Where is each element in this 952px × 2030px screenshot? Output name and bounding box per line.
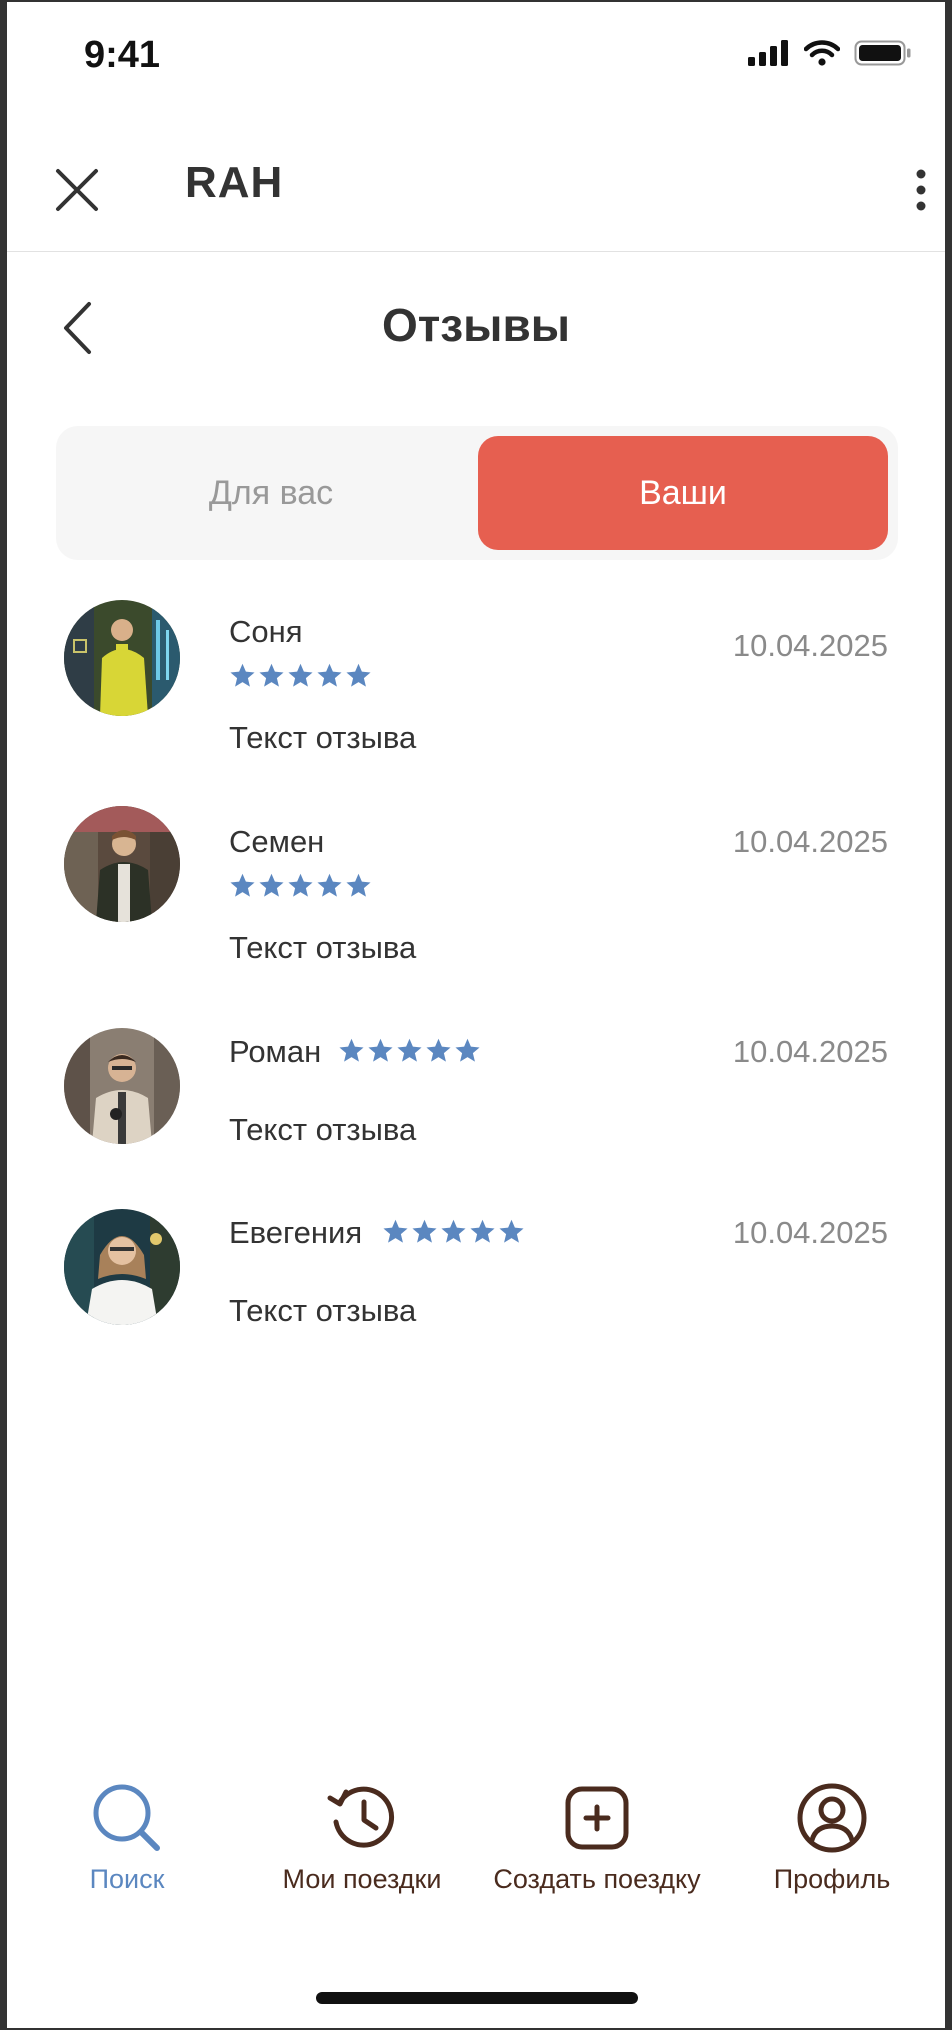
star-icon <box>230 663 255 687</box>
star-icon <box>317 873 342 897</box>
review-date: 10.04.2025 <box>732 1034 888 1069</box>
more-options-button[interactable] <box>901 160 941 220</box>
close-icon <box>56 169 98 211</box>
star-icon <box>288 873 313 897</box>
avatar <box>64 806 180 922</box>
review-date: 10.04.2025 <box>732 1215 888 1250</box>
app-title: RAH <box>185 158 284 207</box>
more-vertical-icon <box>916 169 926 211</box>
avatar-image <box>64 600 180 716</box>
add-square-icon <box>559 1780 635 1856</box>
review-text: Текст отзыва <box>229 930 417 965</box>
star-icon <box>346 873 371 897</box>
tab-profile-label: Профиль <box>773 1864 891 1894</box>
star-icon <box>368 1038 393 1062</box>
star-icon <box>383 1219 408 1243</box>
star-icon <box>259 663 284 687</box>
star-icon <box>412 1219 437 1243</box>
signal-icon <box>748 40 788 66</box>
star-icon <box>455 1038 480 1062</box>
tab-for-you[interactable]: Для вас <box>66 436 476 550</box>
tab-my-trips[interactable]: Мои поездки <box>267 1780 457 1895</box>
search-icon <box>89 1780 165 1856</box>
close-button[interactable] <box>47 160 107 220</box>
profile-icon <box>794 1780 870 1856</box>
tab-create-trip-label: Создать поездку <box>493 1864 701 1894</box>
reviewer-name: Соня <box>229 614 303 649</box>
rating-stars <box>229 662 372 689</box>
wifi-icon <box>804 40 840 66</box>
reviews-segmented-control: Для вас Ваши <box>56 426 898 560</box>
avatar-image <box>64 1028 180 1144</box>
status-bar: 9:41 <box>0 0 952 110</box>
review-date: 10.04.2025 <box>732 824 888 859</box>
tab-yours[interactable]: Ваши <box>478 436 888 550</box>
reviewer-name: Роман <box>229 1034 322 1069</box>
page-header: Отзывы <box>0 282 952 372</box>
star-icon <box>259 873 284 897</box>
review-text: Текст отзыва <box>229 1112 417 1147</box>
avatar <box>64 1209 180 1325</box>
review-text: Текст отзыва <box>229 1293 417 1328</box>
status-icons <box>748 40 912 66</box>
star-icon <box>230 873 255 897</box>
home-indicator <box>316 1992 638 2004</box>
rating-stars <box>382 1218 525 1245</box>
reviewer-name: Семен <box>229 824 325 859</box>
tab-search-label: Поиск <box>89 1864 165 1894</box>
rating-stars <box>229 872 372 899</box>
tab-search[interactable]: Поиск <box>47 1780 207 1895</box>
battery-icon <box>854 40 911 66</box>
avatar <box>64 1028 180 1144</box>
star-icon <box>470 1219 495 1243</box>
app-header: RAH <box>7 130 945 252</box>
star-icon <box>441 1219 466 1243</box>
star-icon <box>426 1038 451 1062</box>
avatar-image <box>64 1209 180 1325</box>
status-time: 9:41 <box>84 34 161 76</box>
star-icon <box>317 663 342 687</box>
tab-create-trip[interactable]: Создать поездку <box>477 1780 717 1895</box>
star-icon <box>397 1038 422 1062</box>
page-title: Отзывы <box>381 299 571 351</box>
bottom-tab-bar: Поиск Мои поездки Создать поездку Профил… <box>7 1780 945 1910</box>
tab-profile[interactable]: Профиль <box>752 1780 912 1895</box>
star-icon <box>339 1038 364 1062</box>
rating-stars <box>338 1037 481 1064</box>
review-date: 10.04.2025 <box>732 628 888 663</box>
reviewer-name: Евегения <box>229 1215 363 1250</box>
star-icon <box>288 663 313 687</box>
star-icon <box>346 663 371 687</box>
review-text: Текст отзыва <box>229 720 417 755</box>
tab-my-trips-label: Мои поездки <box>282 1864 442 1894</box>
star-icon <box>499 1219 524 1243</box>
history-icon <box>324 1780 400 1856</box>
avatar-image <box>64 806 180 922</box>
avatar <box>64 600 180 716</box>
